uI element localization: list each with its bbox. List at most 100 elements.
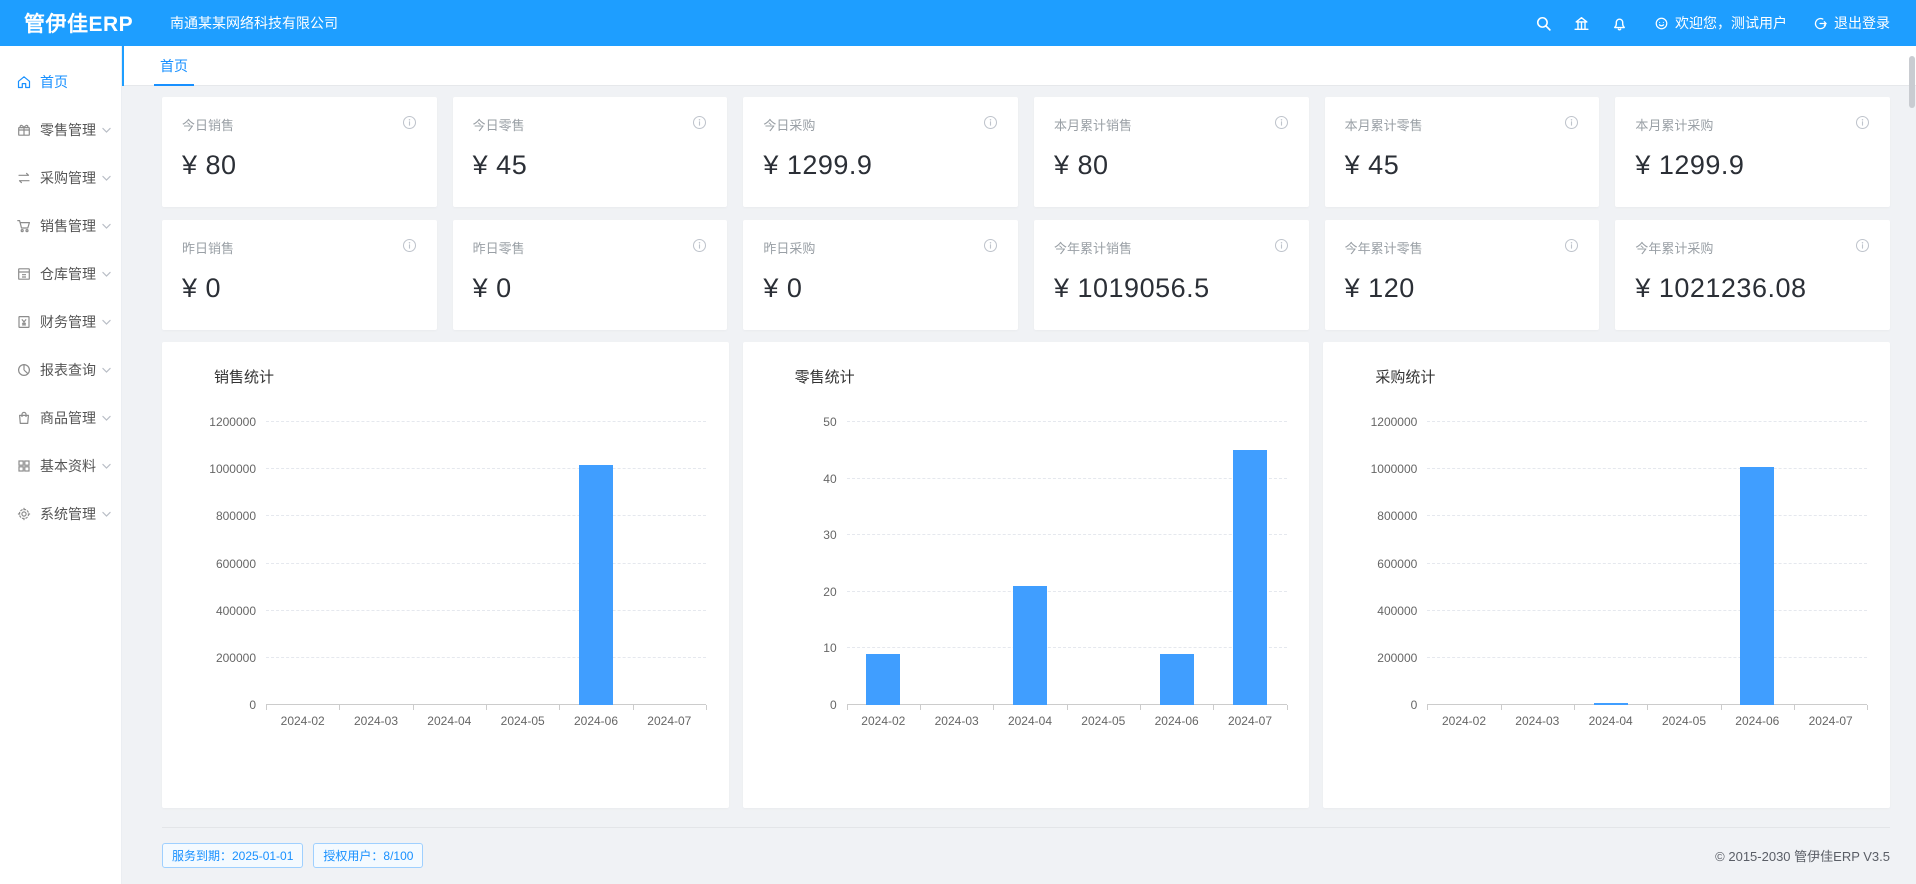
info-icon[interactable] bbox=[1564, 238, 1579, 253]
info-icon[interactable] bbox=[402, 238, 417, 253]
home-icon bbox=[16, 74, 32, 90]
x-axis-tick bbox=[993, 705, 994, 710]
x-axis-tick-label: 2024-03 bbox=[920, 714, 993, 728]
tab-home[interactable]: 首页 bbox=[146, 46, 202, 86]
sidebar-item-warehouse[interactable]: 仓库管理 bbox=[0, 250, 121, 298]
x-axis-tick-label: 2024-07 bbox=[633, 714, 706, 728]
x-axis-tick bbox=[633, 705, 634, 710]
stat-label: 今日销售 bbox=[182, 115, 234, 134]
sidebar-item-label: 销售管理 bbox=[40, 216, 96, 236]
sidebar-item-sales[interactable]: 销售管理 bbox=[0, 202, 121, 250]
logout-button[interactable]: 退出登录 bbox=[1803, 13, 1916, 33]
sidebar-item-label: 基本资料 bbox=[40, 456, 96, 476]
chevron-down-icon bbox=[102, 223, 111, 230]
charts-row: 销售统计 02000004000006000008000001000000120… bbox=[162, 342, 1890, 808]
stat-label: 昨日销售 bbox=[182, 238, 234, 257]
chart-title: 销售统计 bbox=[214, 366, 274, 387]
x-axis-tick bbox=[1067, 705, 1068, 710]
x-axis-tick-label: 2024-02 bbox=[847, 714, 920, 728]
sidebar-item-label: 零售管理 bbox=[40, 120, 96, 140]
x-axis-tick bbox=[1140, 705, 1141, 710]
logout-label: 退出登录 bbox=[1834, 13, 1890, 33]
bar bbox=[1160, 654, 1194, 705]
ledger-icon bbox=[16, 314, 32, 330]
stat-label: 昨日采购 bbox=[763, 238, 815, 257]
x-axis-tick-label: 2024-06 bbox=[559, 714, 632, 728]
app-header: 管伊佳ERP 南通某某网络科技有限公司 欢迎您，测试用户 退出登录 bbox=[0, 0, 1916, 46]
x-axis-tick-label: 2024-05 bbox=[1067, 714, 1140, 728]
cart-icon bbox=[16, 218, 32, 234]
x-axis-tick-label: 2024-05 bbox=[1647, 714, 1720, 728]
bar bbox=[579, 465, 613, 705]
stat-label: 今日零售 bbox=[473, 115, 525, 134]
stat-card: 本月累计销售 ¥ 80 bbox=[1034, 97, 1309, 207]
sidebar-item-finance[interactable]: 财务管理 bbox=[0, 298, 121, 346]
info-icon[interactable] bbox=[1564, 115, 1579, 130]
gridline bbox=[1427, 515, 1867, 516]
sidebar: 首页 零售管理 采购管理 销售管理 仓库管理 财务管理 报表查询 商品管理 基本… bbox=[0, 46, 122, 884]
y-axis-tick-label: 20 bbox=[747, 585, 837, 599]
x-axis-tick bbox=[1721, 705, 1722, 710]
x-axis-tick bbox=[266, 705, 267, 710]
chevron-down-icon bbox=[102, 415, 111, 422]
scrollbar-track[interactable] bbox=[1908, 46, 1916, 884]
info-icon[interactable] bbox=[983, 115, 998, 130]
y-axis-tick-label: 200000 bbox=[166, 651, 256, 665]
x-axis-tick bbox=[706, 705, 707, 710]
info-icon[interactable] bbox=[692, 115, 707, 130]
stat-value: ¥ 1021236.08 bbox=[1635, 273, 1870, 304]
sales-chart-plot: 0200000400000600000800000100000012000002… bbox=[266, 422, 706, 705]
x-axis-tick bbox=[413, 705, 414, 710]
gridline bbox=[847, 421, 1287, 422]
sidebar-item-home[interactable]: 首页 bbox=[0, 58, 121, 106]
main-content: 今日销售 ¥ 80 今日零售 ¥ 45 今日采购 ¥ 1299.9 本月累计销售 bbox=[122, 86, 1916, 884]
sidebar-item-label: 采购管理 bbox=[40, 168, 96, 188]
stat-label: 今日采购 bbox=[763, 115, 815, 134]
stat-card: 今年累计销售 ¥ 1019056.5 bbox=[1034, 220, 1309, 330]
x-axis-tick bbox=[486, 705, 487, 710]
retail-chart-plot: 010203040502024-022024-032024-042024-052… bbox=[847, 422, 1287, 705]
user-greeting[interactable]: 欢迎您，测试用户 bbox=[1638, 13, 1803, 33]
info-icon[interactable] bbox=[1274, 238, 1289, 253]
sidebar-item-label: 财务管理 bbox=[40, 312, 96, 332]
tab-bar: 首页 bbox=[122, 46, 1916, 86]
app-logo: 管伊佳ERP bbox=[0, 8, 152, 38]
bag-icon bbox=[16, 410, 32, 426]
x-axis-tick-label: 2024-04 bbox=[1574, 714, 1647, 728]
stat-card: 今年累计零售 ¥ 120 bbox=[1325, 220, 1600, 330]
info-icon[interactable] bbox=[983, 238, 998, 253]
stat-value: ¥ 1299.9 bbox=[763, 150, 998, 181]
stat-label: 本月累计采购 bbox=[1635, 115, 1713, 134]
stat-value: ¥ 80 bbox=[1054, 150, 1289, 181]
bell-icon[interactable] bbox=[1600, 0, 1638, 46]
chart-title: 零售统计 bbox=[795, 366, 855, 387]
sidebar-item-goods[interactable]: 商品管理 bbox=[0, 394, 121, 442]
sidebar-item-retail[interactable]: 零售管理 bbox=[0, 106, 121, 154]
sidebar-item-reports[interactable]: 报表查询 bbox=[0, 346, 121, 394]
info-icon[interactable] bbox=[1274, 115, 1289, 130]
stat-label: 今年累计销售 bbox=[1054, 238, 1132, 257]
x-axis-tick bbox=[1867, 705, 1868, 710]
stat-value: ¥ 120 bbox=[1345, 273, 1580, 304]
info-icon[interactable] bbox=[402, 115, 417, 130]
y-axis-tick-label: 0 bbox=[166, 698, 256, 712]
sidebar-item-purchase[interactable]: 采购管理 bbox=[0, 154, 121, 202]
y-axis-tick-label: 200000 bbox=[1327, 651, 1417, 665]
stat-label: 今年累计零售 bbox=[1345, 238, 1423, 257]
archive-icon bbox=[16, 266, 32, 282]
building-icon[interactable] bbox=[1562, 0, 1600, 46]
sidebar-item-basedata[interactable]: 基本资料 bbox=[0, 442, 121, 490]
x-axis-tick bbox=[1287, 705, 1288, 710]
smiley-icon bbox=[1654, 16, 1669, 31]
info-icon[interactable] bbox=[1855, 115, 1870, 130]
y-axis-tick-label: 1200000 bbox=[1327, 415, 1417, 429]
info-icon[interactable] bbox=[1855, 238, 1870, 253]
info-icon[interactable] bbox=[692, 238, 707, 253]
stat-card: 本月累计采购 ¥ 1299.9 bbox=[1615, 97, 1890, 207]
sidebar-item-system[interactable]: 系统管理 bbox=[0, 490, 121, 538]
stat-card: 今日采购 ¥ 1299.9 bbox=[743, 97, 1018, 207]
stat-value: ¥ 45 bbox=[473, 150, 708, 181]
scrollbar-thumb[interactable] bbox=[1909, 56, 1915, 108]
y-axis-tick-label: 0 bbox=[747, 698, 837, 712]
search-icon[interactable] bbox=[1524, 0, 1562, 46]
